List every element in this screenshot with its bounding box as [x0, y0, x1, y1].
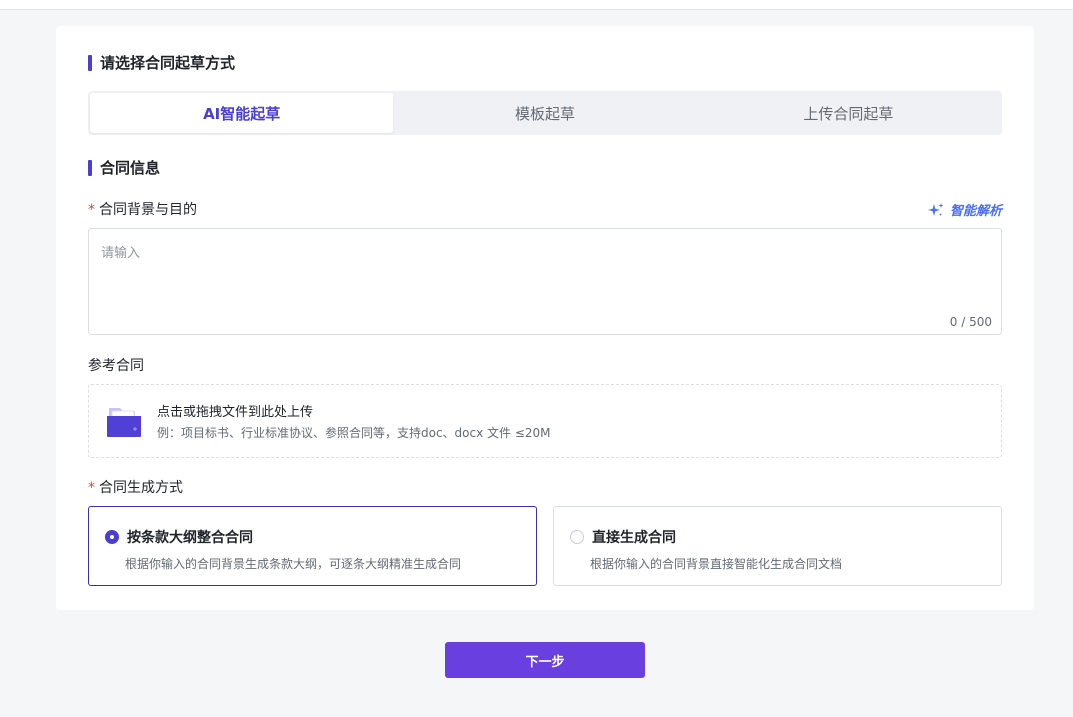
generation-label-text: 合同生成方式 [99, 480, 183, 496]
draft-method-heading: 请选择合同起草方式 [88, 52, 235, 73]
smart-parse-button[interactable]: 智能解析 [927, 200, 1002, 219]
required-mark: * [88, 202, 95, 218]
option-desc: 根据你输入的合同背景直接智能化生成合同文档 [590, 557, 843, 571]
background-label-text: 合同背景与目的 [99, 202, 197, 218]
draft-method-title: 请选择合同起草方式 [100, 54, 236, 72]
radio-unchecked-icon[interactable] [570, 530, 584, 544]
background-label: * 合同背景与目的 [88, 199, 197, 219]
smart-parse-label: 智能解析 [949, 204, 1002, 219]
upload-text: 点击或拖拽文件到此处上传 例：项目标书、行业标准协议、参照合同等，支持doc、d… [157, 401, 551, 441]
contract-info-heading: 合同信息 [88, 157, 160, 178]
upload-title: 点击或拖拽文件到此处上传 [157, 405, 314, 420]
tab-template-draft[interactable]: 模板起草 [393, 93, 696, 133]
contract-info-title: 合同信息 [100, 159, 161, 177]
option-title: 直接生成合同 [592, 530, 676, 546]
upload-dropzone[interactable]: 点击或拖拽文件到此处上传 例：项目标书、行业标准协议、参照合同等，支持doc、d… [88, 384, 1002, 458]
char-counter: 0 / 500 [949, 315, 992, 329]
form-card: 请选择合同起草方式 AI智能起草 模板起草 上传合同起草 合同信息 * 合同背景与… [56, 26, 1034, 610]
reference-label: 参考合同 [88, 358, 144, 374]
background-textarea-wrap: 0 / 500 [88, 228, 1002, 335]
tab-ai-draft[interactable]: AI智能起草 [90, 93, 394, 133]
tab-upload-draft[interactable]: 上传合同起草 [697, 93, 1000, 133]
draft-method-tabs: AI智能起草 模板起草 上传合同起草 [88, 91, 1002, 135]
radio-checked-icon[interactable] [105, 530, 119, 544]
option-direct-generate[interactable]: 直接生成合同 根据你输入的合同背景直接智能化生成合同文档 [553, 506, 1002, 586]
section-marker [88, 54, 92, 71]
background-textarea[interactable] [89, 229, 1001, 334]
sparkle-icon [927, 202, 944, 216]
next-step-button[interactable]: 下一步 [445, 642, 645, 678]
folder-upload-icon [107, 408, 141, 437]
option-title: 按条款大纲整合合同 [127, 530, 253, 546]
generation-label: * 合同生成方式 [88, 477, 183, 497]
top-bar [0, 0, 1073, 10]
option-outline-generate[interactable]: 按条款大纲整合合同 根据你输入的合同背景生成条款大纲，可逐条大纲精准生成合同 [88, 506, 537, 586]
section-marker [88, 159, 92, 176]
upload-hint: 例：项目标书、行业标准协议、参照合同等，支持doc、docx 文件 ≤20M [157, 426, 551, 440]
required-mark: * [88, 480, 95, 496]
option-desc: 根据你输入的合同背景生成条款大纲，可逐条大纲精准生成合同 [125, 557, 462, 571]
